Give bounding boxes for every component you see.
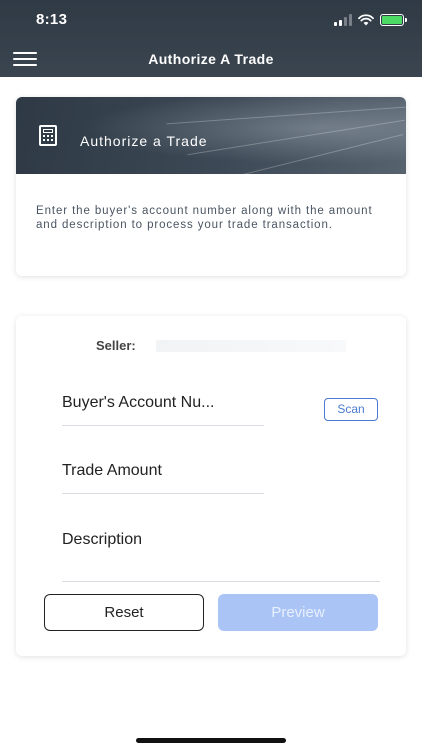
description-field[interactable] [62, 531, 380, 582]
seller-label: Seller: [96, 338, 136, 353]
seller-value [156, 340, 346, 352]
card-description: Enter the buyer's account number along w… [36, 205, 373, 231]
status-time: 8:13 [36, 11, 68, 28]
scan-button[interactable]: Scan [324, 398, 378, 421]
account-number-input[interactable] [62, 394, 264, 412]
account-number-field[interactable] [62, 394, 264, 426]
info-card: Authorize a Trade Enter the buyer's acco… [16, 97, 406, 276]
battery-icon [380, 14, 407, 26]
page-title: Authorize A Trade [148, 51, 274, 67]
trade-amount-field[interactable] [62, 462, 264, 494]
calculator-icon [39, 125, 57, 146]
signal-icon [334, 14, 352, 26]
home-indicator[interactable] [136, 738, 286, 743]
status-icons [334, 12, 407, 28]
reset-button[interactable]: Reset [44, 594, 204, 631]
description-input[interactable] [62, 531, 380, 549]
preview-button[interactable]: Preview [218, 594, 378, 631]
trade-amount-input[interactable] [62, 462, 264, 480]
banner: Authorize a Trade [16, 97, 406, 181]
banner-title: Authorize a Trade [80, 133, 208, 149]
trade-form: Seller: Scan Reset Preview [16, 316, 406, 656]
top-bar: 8:13 Authorize A Trade [0, 0, 422, 77]
wifi-icon [358, 14, 374, 26]
